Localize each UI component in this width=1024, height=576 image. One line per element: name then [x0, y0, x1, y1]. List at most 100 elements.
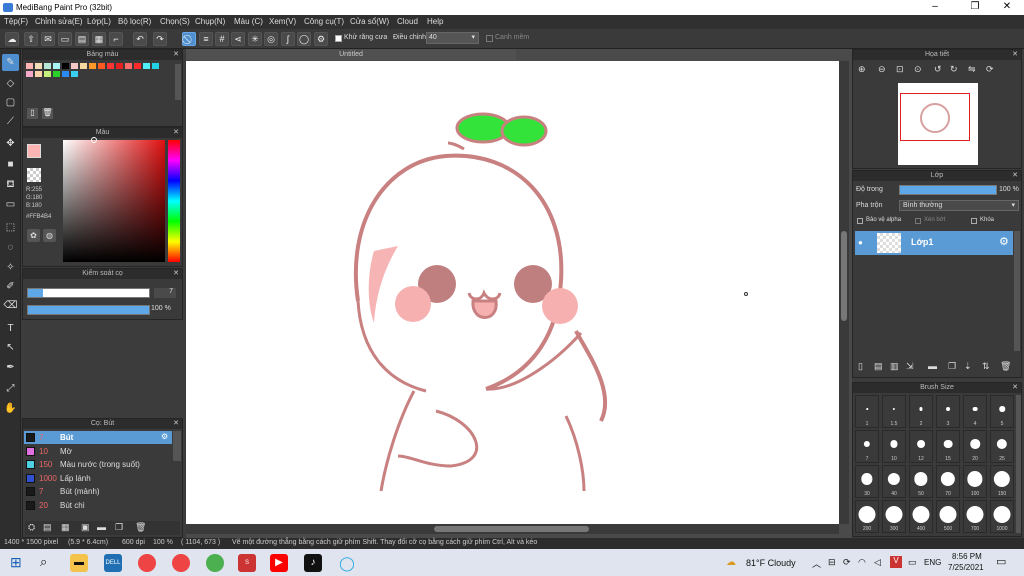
brush-size-cell[interactable]: 400	[909, 500, 933, 533]
snap-off-icon[interactable]: ⃠	[182, 32, 196, 46]
tiktok-icon[interactable]: ♪	[304, 554, 322, 572]
vertical-scroll-thumb[interactable]	[841, 231, 847, 321]
brush-scrollbar[interactable]	[173, 431, 181, 461]
windows-start-icon[interactable]: ⊞	[10, 554, 22, 571]
brush-size-cell[interactable]: 40	[882, 465, 906, 498]
chrome-icon[interactable]	[138, 554, 156, 572]
shape-tool-icon[interactable]: ▢	[2, 94, 19, 111]
reset-icon[interactable]: ⟳	[986, 64, 994, 75]
import-icon[interactable]: ⇲	[906, 361, 914, 372]
settings-snap-icon[interactable]: ⚙	[314, 32, 328, 46]
brush-list-item[interactable]: 20 Bút chì	[24, 499, 172, 512]
hand-tool-icon[interactable]: ✋	[2, 400, 19, 417]
cloud-icon[interactable]: ☁	[5, 32, 19, 46]
brush-size-cell[interactable]: 5	[990, 395, 1014, 428]
brush-size-cell[interactable]: 15	[936, 430, 960, 463]
brush-size-cell[interactable]: 4	[963, 395, 987, 428]
fit-icon[interactable]: ⊡	[896, 64, 904, 75]
brush-size-cell[interactable]: 7	[855, 430, 879, 463]
new-layer-icon[interactable]: ▯	[858, 361, 863, 372]
zoom-in-icon[interactable]: ⊕	[858, 64, 866, 75]
undo-icon[interactable]: ↶	[133, 32, 147, 46]
brush-menu-icon[interactable]: ▦	[61, 522, 70, 533]
horizontal-scrollbar[interactable]	[186, 524, 839, 534]
brush-size-cell[interactable]: 100	[963, 465, 987, 498]
curve-snap-icon[interactable]: ∫	[281, 32, 295, 46]
rotate-right-icon[interactable]: ↻	[950, 64, 958, 75]
brush-size-cell[interactable]: 50	[909, 465, 933, 498]
primary-color-swatch[interactable]	[27, 144, 41, 158]
brush-list-item[interactable]: 7 Bút ⚙	[24, 431, 172, 444]
brush-size-value[interactable]: 7	[154, 288, 176, 298]
select-pen-icon[interactable]: ✐	[2, 278, 19, 295]
brush-size-cell[interactable]: 300	[882, 500, 906, 533]
brush-size-scrollbar[interactable]	[1016, 395, 1021, 533]
brush-size-cell[interactable]: 70	[936, 465, 960, 498]
canvas-tab[interactable]: Untitled	[186, 49, 516, 60]
brush-folder-icon[interactable]: ▤	[43, 522, 52, 533]
palette-scrollbar[interactable]	[175, 64, 181, 100]
palette-swatch[interactable]	[125, 63, 132, 69]
transparent-swatch[interactable]	[27, 168, 41, 182]
close-icon[interactable]: ✕	[1012, 50, 1018, 60]
navigator-preview[interactable]	[898, 83, 978, 165]
menu-filter[interactable]: Bộ lọc(R)	[118, 17, 151, 26]
palette-swatch[interactable]	[152, 63, 159, 69]
adjust-select[interactable]: 40 ▾	[426, 32, 479, 44]
volume-icon[interactable]: ◁	[874, 557, 881, 568]
close-icon[interactable]: ✕	[1012, 383, 1018, 393]
message-icon[interactable]: ▭	[58, 32, 72, 46]
layer-row[interactable]: ● Lớp1 ⚙	[855, 231, 1013, 255]
grid-snap-icon[interactable]: #	[215, 32, 229, 46]
menu-help[interactable]: Help	[427, 17, 443, 26]
palette-swatch[interactable]	[98, 63, 105, 69]
palette-swatch[interactable]	[89, 63, 96, 69]
menu-tools[interactable]: Công cụ(T)	[304, 17, 344, 26]
eraser-tool-icon[interactable]: ◇	[2, 75, 19, 92]
circle-snap-icon[interactable]: ◎	[264, 32, 278, 46]
actual-size-icon[interactable]: ⊙	[914, 64, 922, 75]
select-eraser-icon[interactable]: ⌫	[2, 297, 19, 314]
palette-swatch[interactable]	[71, 63, 78, 69]
save-icon[interactable]: ▤	[75, 32, 89, 46]
palette-swatch[interactable]	[26, 71, 33, 77]
brush-size-cell[interactable]: 3	[936, 395, 960, 428]
layer-scrollbar[interactable]	[1014, 231, 1020, 351]
clipping-checkbox[interactable]	[915, 218, 921, 224]
brush-size-slider[interactable]	[27, 288, 150, 298]
blend-select[interactable]: Bình thường ▾	[899, 200, 1019, 211]
palette-swatch[interactable]	[44, 63, 51, 69]
export-icon[interactable]: ▦	[92, 32, 106, 46]
search-icon[interactable]: ⌕	[40, 554, 47, 570]
folder-icon[interactable]: ▬	[928, 361, 937, 371]
palette-swatch[interactable]	[80, 63, 87, 69]
eye-icon[interactable]: ●	[858, 238, 863, 247]
wifi-icon[interactable]: ◠	[858, 557, 866, 568]
brush-size-cell[interactable]: 1.5	[882, 395, 906, 428]
close-button[interactable]: ✕	[992, 1, 1022, 12]
menu-cloud[interactable]: Cloud	[397, 17, 418, 26]
folder-icon[interactable]: ▬	[97, 522, 106, 532]
palette-swatch[interactable]	[62, 71, 69, 77]
color-wheel-icon[interactable]: ◍	[43, 229, 56, 242]
brush-list-item[interactable]: 1000 Lấp lánh	[24, 472, 172, 485]
drawing-canvas[interactable]	[186, 61, 839, 524]
perspective-snap-icon[interactable]: ⋖	[231, 32, 245, 46]
menu-color[interactable]: Màu (C)	[234, 17, 263, 26]
crop-icon[interactable]: ⌐	[109, 32, 123, 46]
comment-icon[interactable]: ✉	[41, 32, 55, 46]
palette-swatch[interactable]	[107, 63, 114, 69]
fill-rect-tool-icon[interactable]: ■	[2, 156, 19, 173]
app-ring-icon[interactable]: ◯	[338, 554, 356, 572]
protect-alpha-checkbox[interactable]	[857, 218, 863, 224]
brush-size-cell[interactable]: 10	[882, 430, 906, 463]
v-app-icon[interactable]: V	[890, 556, 902, 568]
tray-app-icon[interactable]: ⊟	[828, 557, 836, 568]
operation-tool-icon[interactable]: ↖	[2, 339, 19, 356]
menu-layer[interactable]: Lớp(L)	[87, 17, 111, 26]
picker-handle[interactable]	[91, 137, 97, 143]
menu-snap[interactable]: Chụp(N)	[195, 17, 225, 26]
flip-icon[interactable]: ⇋	[968, 64, 976, 75]
trash-icon[interactable]: 🗑	[135, 522, 146, 533]
close-icon[interactable]: ✕	[173, 419, 179, 429]
